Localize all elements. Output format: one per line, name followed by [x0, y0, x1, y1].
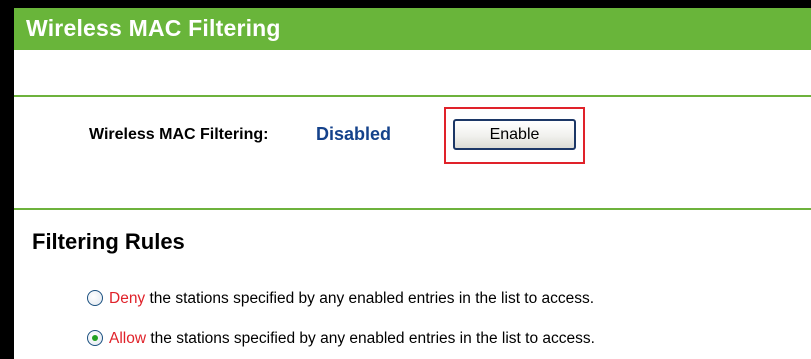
- filtering-rules-title: Filtering Rules: [32, 229, 185, 254]
- deny-radio[interactable]: [87, 290, 103, 306]
- deny-keyword: Deny: [109, 290, 146, 307]
- allow-radio[interactable]: [87, 330, 103, 346]
- mac-filtering-status: Disabled: [316, 124, 392, 144]
- enable-button[interactable]: Enable: [453, 119, 576, 150]
- page-header: Wireless MAC Filtering: [14, 8, 811, 50]
- radio-selected-dot: [92, 335, 98, 341]
- allow-rule-option[interactable]: Allow the stations specified by any enab…: [87, 330, 595, 352]
- section-divider: [14, 95, 811, 97]
- deny-rule-option[interactable]: Deny the stations specified by any enabl…: [87, 290, 594, 312]
- page-title: Wireless MAC Filtering: [26, 15, 281, 41]
- allow-keyword: Allow: [109, 330, 147, 347]
- allow-rule-text: the stations specified by any enabled en…: [146, 330, 595, 347]
- mac-filtering-label: Wireless MAC Filtering:: [89, 126, 269, 143]
- page-frame: Wireless MAC Filtering Wireless MAC Filt…: [14, 8, 811, 359]
- deny-rule-text: the stations specified by any enabled en…: [145, 290, 595, 307]
- section-divider: [14, 208, 811, 210]
